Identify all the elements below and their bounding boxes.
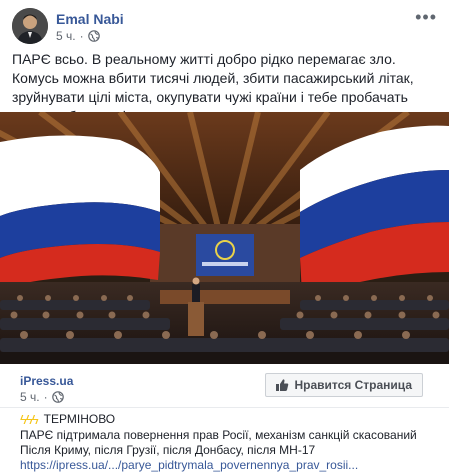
post-meta: 5 ч. · bbox=[56, 29, 100, 43]
globe-icon[interactable] bbox=[87, 30, 100, 42]
shared-source-row: iPress.ua 5 ч. · Нравится Страница bbox=[0, 364, 449, 408]
lightning-icon: ϟϟϟ bbox=[20, 411, 39, 427]
globe-icon[interactable] bbox=[51, 391, 64, 403]
shared-post-content: ϟϟϟ ТЕРМІНОВО ПАРЄ підтримала повернення… bbox=[20, 408, 440, 473]
like-page-button[interactable]: Нравится Страница bbox=[265, 373, 423, 397]
facebook-post: Emal Nabi 5 ч. · ••• ПАРЄ всьо. В реальн… bbox=[0, 0, 449, 475]
source-meta: 5 ч. · bbox=[20, 390, 64, 404]
author-name[interactable]: Emal Nabi bbox=[56, 11, 124, 27]
source-page-name[interactable]: iPress.ua bbox=[20, 374, 73, 388]
shared-headline: ПАРЄ підтримала повернення прав Росії, м… bbox=[20, 428, 417, 442]
shared-link[interactable]: https://ipress.ua/.../parye_pidtrymala_p… bbox=[20, 458, 440, 473]
post-header: Emal Nabi 5 ч. · ••• bbox=[12, 8, 441, 48]
shared-subline: Після Криму, після Грузії, після Донбасу… bbox=[20, 443, 316, 457]
post-time[interactable]: 5 ч. bbox=[56, 29, 76, 43]
urgent-label: ТЕРМІНОВО bbox=[43, 411, 116, 426]
urgent-header: ϟϟϟ ТЕРМІНОВО bbox=[20, 410, 440, 428]
like-page-label: Нравится Страница bbox=[294, 378, 412, 392]
author-avatar[interactable] bbox=[12, 8, 48, 44]
post-photo[interactable] bbox=[0, 112, 449, 364]
source-time[interactable]: 5 ч. bbox=[20, 390, 40, 404]
parliament-hall-image bbox=[0, 112, 449, 364]
thumbs-up-icon bbox=[276, 379, 289, 391]
more-horizontal-icon[interactable]: ••• bbox=[415, 8, 437, 26]
